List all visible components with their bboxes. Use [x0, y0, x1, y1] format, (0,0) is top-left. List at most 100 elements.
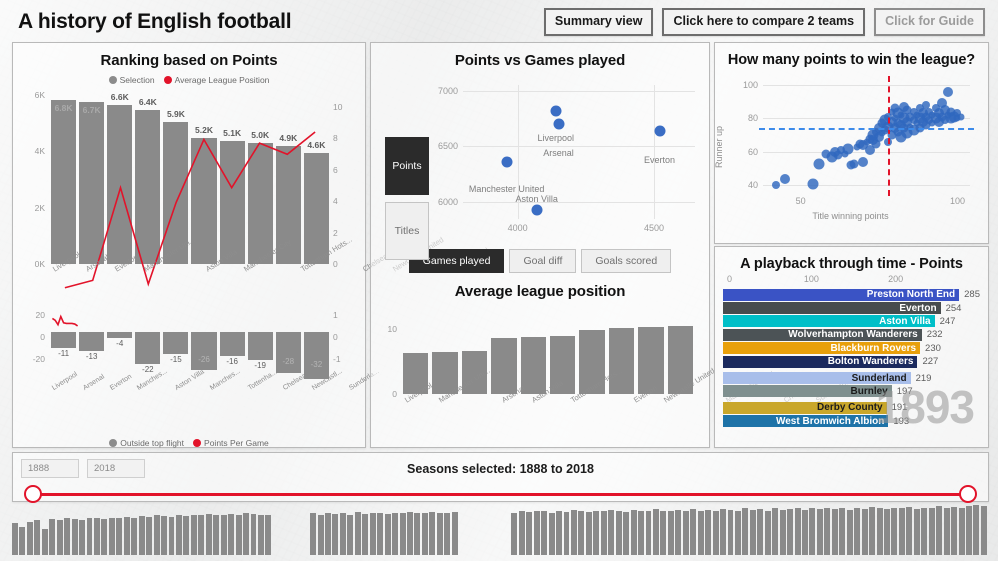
histogram-bar[interactable]: [623, 511, 630, 555]
playback-bar-row[interactable]: Everton 254: [723, 301, 980, 315]
scatter-point[interactable]: [807, 178, 819, 190]
scatter-point[interactable]: [531, 204, 543, 216]
histogram-bar[interactable]: [228, 514, 235, 555]
histogram-bar[interactable]: [511, 512, 518, 555]
histogram-bar[interactable]: [414, 512, 421, 555]
histogram-bar[interactable]: [101, 518, 108, 555]
histogram-bar[interactable]: [116, 517, 123, 555]
histogram-bar[interactable]: [600, 511, 607, 555]
histogram-bar[interactable]: [690, 509, 697, 555]
histogram-bar[interactable]: [615, 510, 622, 555]
histogram-bar[interactable]: [444, 513, 451, 555]
histogram-bar[interactable]: [802, 509, 808, 555]
histogram-bar[interactable]: [682, 510, 689, 555]
histogram-bar[interactable]: [190, 514, 197, 555]
bar[interactable]: -28: [275, 332, 301, 374]
histogram-bar[interactable]: [518, 511, 525, 555]
bar[interactable]: -32: [303, 332, 329, 380]
histogram-bar[interactable]: [526, 511, 533, 555]
bar[interactable]: -4: [107, 332, 133, 348]
histogram-bar[interactable]: [436, 512, 443, 555]
histogram-bar[interactable]: [921, 507, 928, 555]
scatter-point[interactable]: [654, 125, 666, 137]
slider-handle-right[interactable]: [959, 485, 977, 503]
playback-bar-row[interactable]: Bolton Wanderers 227: [723, 355, 980, 368]
guide-button[interactable]: Click for Guide: [874, 8, 985, 36]
toggle-points[interactable]: Points: [385, 137, 429, 195]
histogram-bar[interactable]: [235, 514, 242, 555]
toggle-titles[interactable]: Titles: [385, 202, 429, 260]
histogram-bar[interactable]: [64, 518, 71, 555]
histogram-bar[interactable]: [339, 513, 346, 555]
histogram-bar[interactable]: [153, 515, 160, 555]
histogram-bar[interactable]: [34, 520, 41, 555]
scatter-point[interactable]: [553, 118, 565, 130]
scatter-point[interactable]: [842, 143, 854, 155]
histogram-bar[interactable]: [966, 506, 972, 555]
histogram-bar[interactable]: [265, 515, 272, 555]
histogram-bar[interactable]: [161, 516, 168, 555]
histogram-bar[interactable]: [12, 523, 18, 555]
bar[interactable]: -11: [51, 332, 77, 358]
histogram-bar[interactable]: [421, 513, 428, 555]
histogram-bar[interactable]: [220, 515, 227, 555]
histogram-bar[interactable]: [392, 512, 399, 555]
segment-goals-scored[interactable]: Goals scored: [581, 249, 672, 273]
histogram-bar[interactable]: [213, 514, 220, 555]
slider-track[interactable]: [33, 493, 968, 496]
scatter-point[interactable]: [771, 181, 780, 190]
histogram-bar[interactable]: [168, 516, 175, 555]
summary-view-button[interactable]: Summary view: [543, 8, 654, 36]
compare-teams-button[interactable]: Click here to compare 2 teams: [662, 8, 866, 36]
histogram-bar[interactable]: [697, 511, 704, 555]
histogram-bar[interactable]: [332, 514, 339, 555]
histogram-bar[interactable]: [570, 509, 577, 555]
histogram-bar[interactable]: [742, 508, 749, 555]
histogram-bar[interactable]: [146, 516, 153, 555]
scatter-point[interactable]: [501, 156, 513, 168]
histogram-bar[interactable]: [429, 511, 436, 555]
histogram-bar[interactable]: [936, 506, 943, 555]
histogram-bar[interactable]: [734, 510, 741, 555]
histogram-bar[interactable]: [660, 510, 667, 555]
histogram-bar[interactable]: [824, 507, 831, 555]
histogram-bar[interactable]: [906, 507, 913, 555]
bar[interactable]: [520, 337, 547, 394]
histogram-bar[interactable]: [809, 508, 816, 555]
scatter-point[interactable]: [779, 173, 790, 184]
scatter-point[interactable]: [550, 105, 562, 117]
histogram-bar[interactable]: [49, 518, 56, 555]
histogram-bar[interactable]: [779, 509, 786, 555]
histogram-bar[interactable]: [250, 514, 257, 555]
histogram-bar[interactable]: [630, 509, 637, 555]
histogram-bar[interactable]: [19, 527, 26, 555]
histogram-bar[interactable]: [556, 510, 563, 555]
segment-goal-diff[interactable]: Goal diff: [509, 249, 577, 273]
histogram-bar[interactable]: [205, 514, 212, 555]
histogram-bar[interactable]: [123, 516, 130, 555]
histogram-bar[interactable]: [384, 514, 391, 555]
histogram-bar[interactable]: [876, 508, 883, 555]
histogram-bar[interactable]: [407, 511, 413, 555]
histogram-bar[interactable]: [108, 518, 115, 555]
histogram-bar[interactable]: [183, 516, 190, 555]
histogram-bar[interactable]: [764, 510, 771, 555]
histogram-bar[interactable]: [794, 507, 801, 555]
histogram-bar[interactable]: [854, 507, 861, 555]
histogram-bar[interactable]: [243, 513, 249, 555]
histogram-bar[interactable]: [548, 512, 555, 555]
histogram-bar[interactable]: [720, 509, 726, 555]
bar[interactable]: -15: [163, 332, 189, 364]
playback-bar-row[interactable]: Wolverhampton Wanderers 232: [723, 328, 980, 341]
histogram-bar[interactable]: [712, 510, 719, 555]
histogram-bar[interactable]: [727, 509, 734, 555]
histogram-bar[interactable]: [891, 507, 898, 555]
histogram-bar[interactable]: [563, 511, 570, 555]
playback-bar-row[interactable]: Aston Villa 247: [723, 315, 980, 328]
histogram-bar[interactable]: [593, 510, 600, 555]
histogram-bar[interactable]: [667, 511, 674, 555]
scatter-point[interactable]: [943, 86, 954, 97]
bar[interactable]: -16: [219, 332, 245, 366]
histogram-bar[interactable]: [257, 514, 264, 555]
histogram-bar[interactable]: [816, 509, 823, 555]
